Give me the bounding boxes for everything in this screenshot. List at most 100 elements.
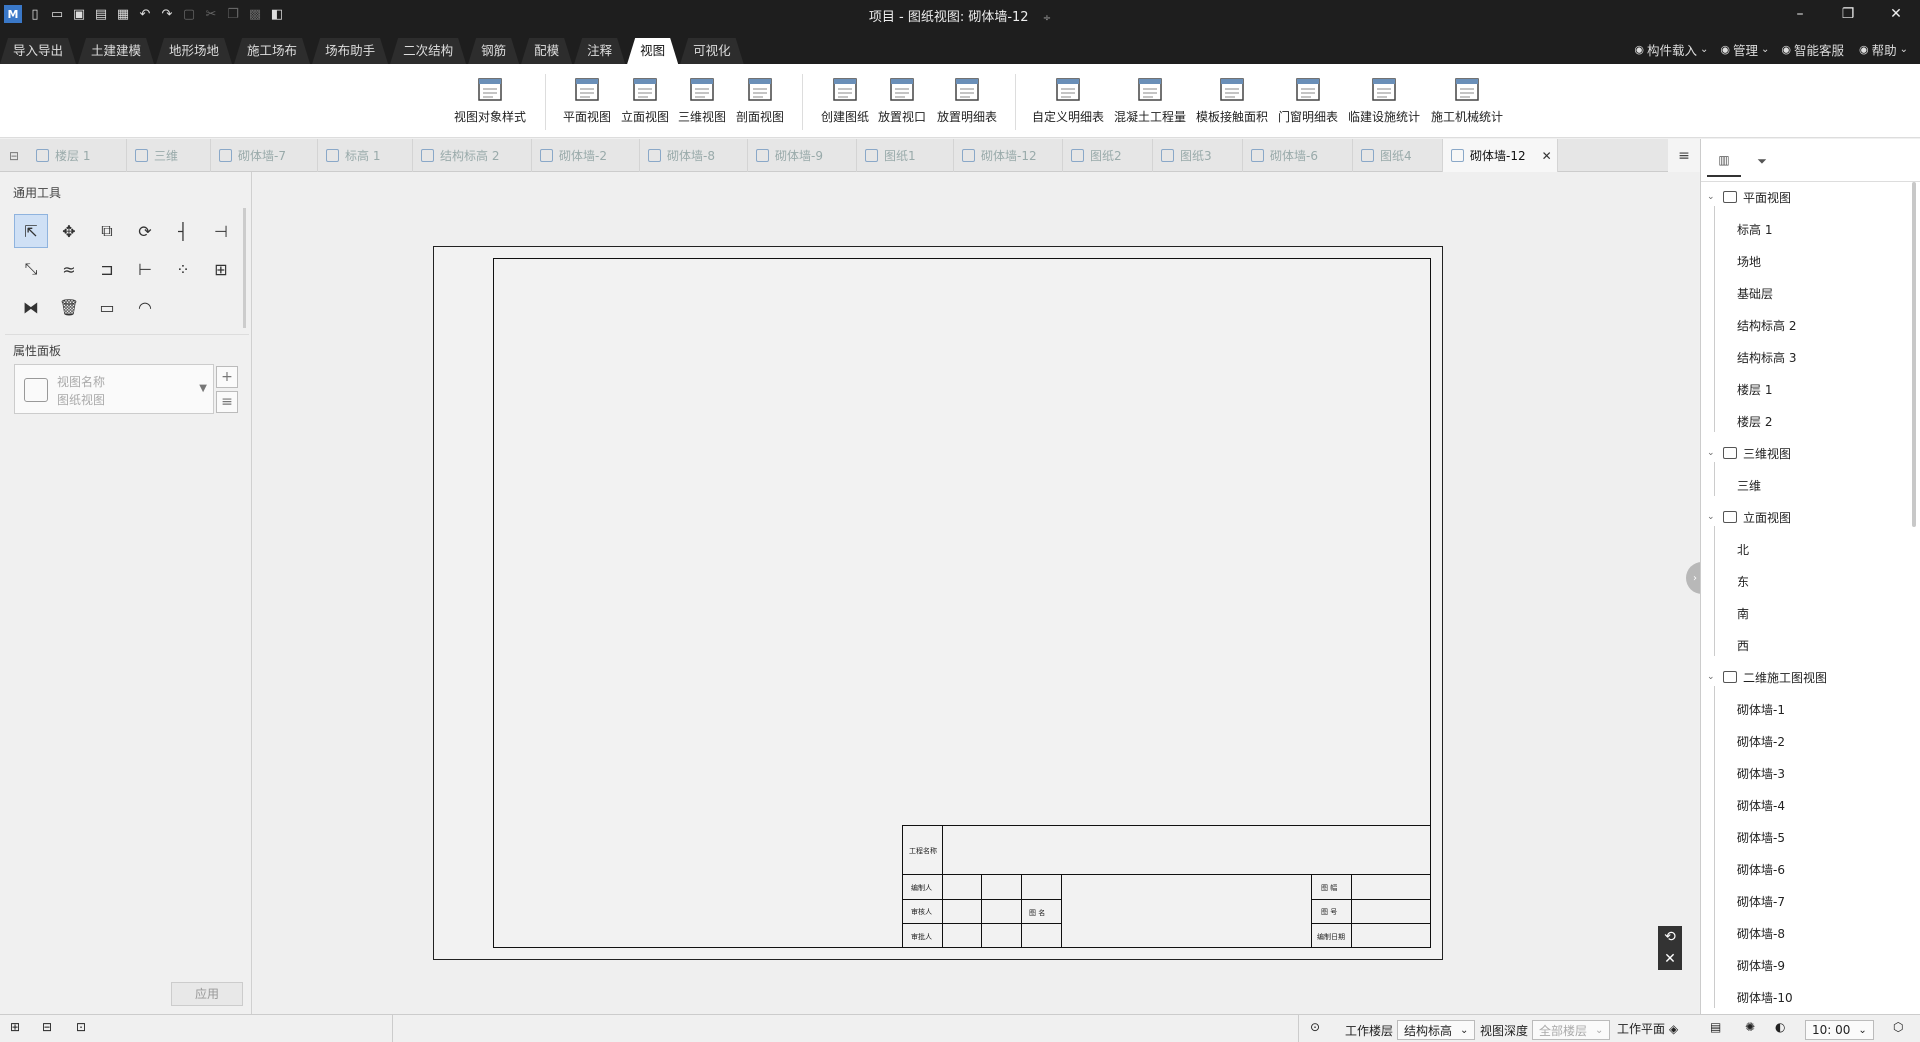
doc-tab[interactable]: 砌体墙-9 bbox=[748, 139, 857, 172]
menu-tab[interactable]: 二次结构 bbox=[390, 38, 466, 64]
chevron-down-icon[interactable]: ⌄ bbox=[1707, 192, 1721, 202]
section-view-button[interactable]: 剖面视图 bbox=[720, 76, 800, 125]
doc-tab[interactable]: 图纸2 bbox=[1063, 139, 1153, 172]
open-icon[interactable]: ▭ bbox=[48, 5, 66, 23]
layout-split-icon[interactable]: ⊟ bbox=[42, 1020, 52, 1034]
doc-tab[interactable]: 楼层 1 bbox=[28, 139, 127, 172]
doc-tab[interactable]: 砌体墙-7 bbox=[211, 139, 318, 172]
tree-group[interactable]: ⌄ 二维施工图视图 bbox=[1701, 667, 1827, 687]
mirror-tool-icon[interactable]: ⧓ bbox=[14, 290, 48, 324]
property-list-button[interactable]: ≡ bbox=[216, 391, 238, 413]
tree-item[interactable]: 砌体墙-4 bbox=[1737, 795, 1785, 815]
view-type-dropdown[interactable]: 视图名称 图纸视图 ▼ bbox=[14, 364, 214, 414]
tree-item[interactable]: 楼层 2 bbox=[1737, 411, 1772, 431]
split-tool-icon[interactable]: ⊣ bbox=[204, 214, 238, 248]
layout-multi-icon[interactable]: ⊡ bbox=[76, 1020, 86, 1034]
doc-tab[interactable]: 砌体墙-6 bbox=[1243, 139, 1353, 172]
menu-tab[interactable]: 施工场布 bbox=[234, 38, 310, 64]
view-style-button[interactable]: 视图对象样式 bbox=[450, 76, 530, 125]
menu-tab[interactable]: 注释 bbox=[574, 38, 625, 64]
tree-item[interactable]: 砌体墙-10 bbox=[1737, 987, 1793, 1007]
restore-button[interactable]: ❐ bbox=[1824, 0, 1872, 28]
tree-item[interactable]: 砌体墙-3 bbox=[1737, 763, 1785, 783]
menu-tab[interactable]: 配模 bbox=[521, 38, 572, 64]
trim-tool-icon[interactable]: ┤ bbox=[166, 214, 200, 248]
chevron-down-icon[interactable]: ⌄ bbox=[1707, 672, 1721, 682]
menu-tab[interactable]: 视图 bbox=[627, 38, 678, 64]
doc-tab[interactable]: 砌体墙-8 bbox=[640, 139, 748, 172]
export-icon[interactable]: ▦ bbox=[114, 5, 132, 23]
tree-item[interactable]: 北 bbox=[1737, 539, 1749, 559]
shadow-icon[interactable]: ◐ bbox=[1775, 1020, 1785, 1034]
custom-schedule-button[interactable]: 自定义明细表 bbox=[1028, 76, 1108, 125]
tree-item[interactable]: 楼层 1 bbox=[1737, 379, 1772, 399]
undo-icon[interactable]: ↶ bbox=[136, 5, 154, 23]
machinery-stats-button[interactable]: 施工机械统计 bbox=[1427, 76, 1507, 125]
measure-tool-icon[interactable]: ▭ bbox=[90, 290, 124, 324]
tools-scrollbar[interactable] bbox=[243, 208, 246, 328]
save-icon[interactable]: ▣ bbox=[70, 5, 88, 23]
tree-item[interactable]: 砌体墙-8 bbox=[1737, 923, 1785, 943]
work-floor-select[interactable]: 结构标高 ⌄ bbox=[1397, 1020, 1476, 1040]
cut-icon[interactable]: ✂ bbox=[202, 5, 220, 23]
delete-tool-icon[interactable]: 🗑 bbox=[52, 290, 86, 324]
doc-tab[interactable]: 砌体墙-12 bbox=[954, 139, 1063, 172]
tree-item[interactable]: 结构标高 2 bbox=[1737, 315, 1796, 335]
extend-tool-icon[interactable]: ⊐ bbox=[90, 252, 124, 286]
tree-scrollbar[interactable] bbox=[1912, 182, 1916, 527]
move-tool-icon[interactable]: ✥ bbox=[52, 214, 86, 248]
protractor-tool-icon[interactable]: ◠ bbox=[128, 290, 162, 324]
temp-facility-stats-button[interactable]: 临建设施统计 bbox=[1344, 76, 1424, 125]
copy-tool-icon[interactable]: ⧉ bbox=[90, 214, 124, 248]
menu-tab[interactable]: 地形场地 bbox=[156, 38, 232, 64]
select-icon[interactable]: ▢ bbox=[180, 5, 198, 23]
menu-right-item[interactable]: ◉ 智能客服 bbox=[1781, 40, 1847, 59]
menu-right-item[interactable]: ◉ 管理 ⌄ bbox=[1720, 40, 1769, 59]
door-window-schedule-button[interactable]: 门窗明细表 bbox=[1268, 76, 1348, 125]
save-all-icon[interactable]: ▤ bbox=[92, 5, 110, 23]
filter-icon[interactable]: ⏷ bbox=[1745, 145, 1779, 177]
close-button[interactable]: ✕ bbox=[1872, 0, 1920, 28]
apply-button[interactable]: 应用 bbox=[171, 982, 243, 1006]
tree-group[interactable]: ⌄ 平面视图 bbox=[1701, 187, 1791, 207]
zoom-fit-icon[interactable]: ⊙ bbox=[1310, 1020, 1320, 1034]
tree-item[interactable]: 标高 1 bbox=[1737, 219, 1772, 239]
tree-item[interactable]: 东 bbox=[1737, 571, 1749, 591]
doc-tab[interactable]: 砌体墙-12 ✕ bbox=[1443, 139, 1558, 172]
redo-icon[interactable]: ↷ bbox=[158, 5, 176, 23]
chevron-down-icon[interactable]: ⌄ bbox=[1707, 448, 1721, 458]
doc-tab[interactable]: 标高 1 bbox=[318, 139, 413, 172]
view-tree-tab-icon[interactable]: ▥ bbox=[1707, 145, 1741, 177]
tree-item[interactable]: 基础层 bbox=[1737, 283, 1773, 303]
time-select[interactable]: 10: 00 ⌄ bbox=[1805, 1020, 1874, 1040]
menu-right-item[interactable]: ◉ 构件载入 ⌄ bbox=[1634, 40, 1708, 59]
doc-tab[interactable]: 砌体墙-2 bbox=[532, 139, 640, 172]
tree-group[interactable]: ⌄ 三维视图 bbox=[1701, 443, 1791, 463]
group-tool-icon[interactable]: ⊞ bbox=[204, 252, 238, 286]
layout-single-icon[interactable]: ⊞ bbox=[10, 1020, 20, 1034]
menu-tab[interactable]: 土建建模 bbox=[78, 38, 154, 64]
close-tab-icon[interactable]: ✕ bbox=[1542, 149, 1552, 163]
work-plane-icon[interactable]: ◈ bbox=[1669, 1022, 1678, 1036]
cube-icon[interactable]: ⬡ bbox=[1893, 1020, 1903, 1034]
view-depth-select[interactable]: 全部楼层 ⌄ bbox=[1532, 1020, 1611, 1040]
3d-icon[interactable]: ◧ bbox=[268, 5, 286, 23]
chevron-down-icon[interactable]: ⌄ bbox=[1707, 512, 1721, 522]
select-tool-icon[interactable]: ⇱ bbox=[14, 214, 48, 248]
copy-icon[interactable]: ❐ bbox=[224, 5, 242, 23]
rotate-view-icon[interactable]: ⟲ bbox=[1658, 926, 1682, 948]
menu-tab[interactable]: 钢筋 bbox=[468, 38, 519, 64]
menu-right-item[interactable]: ◉ 帮助 ⌄ bbox=[1859, 40, 1908, 59]
tab-menu-icon[interactable]: ≡ bbox=[1668, 139, 1700, 172]
menu-tab[interactable]: 导入导出 bbox=[0, 38, 76, 64]
doc-tab[interactable]: 图纸4 bbox=[1353, 139, 1443, 172]
doc-tab[interactable]: 结构标高 2 bbox=[413, 139, 532, 172]
doc-tab[interactable]: 图纸1 bbox=[857, 139, 954, 172]
offset-tool-icon[interactable]: ≈ bbox=[52, 252, 86, 286]
add-property-button[interactable]: + bbox=[216, 366, 238, 388]
doc-tab[interactable]: 图纸3 bbox=[1153, 139, 1243, 172]
concrete-quantity-button[interactable]: 混凝土工程量 bbox=[1110, 76, 1190, 125]
rotate-tool-icon[interactable]: ⟳ bbox=[128, 214, 162, 248]
doc-tab[interactable]: 三维 bbox=[127, 139, 211, 172]
tree-item[interactable]: 结构标高 3 bbox=[1737, 347, 1796, 367]
